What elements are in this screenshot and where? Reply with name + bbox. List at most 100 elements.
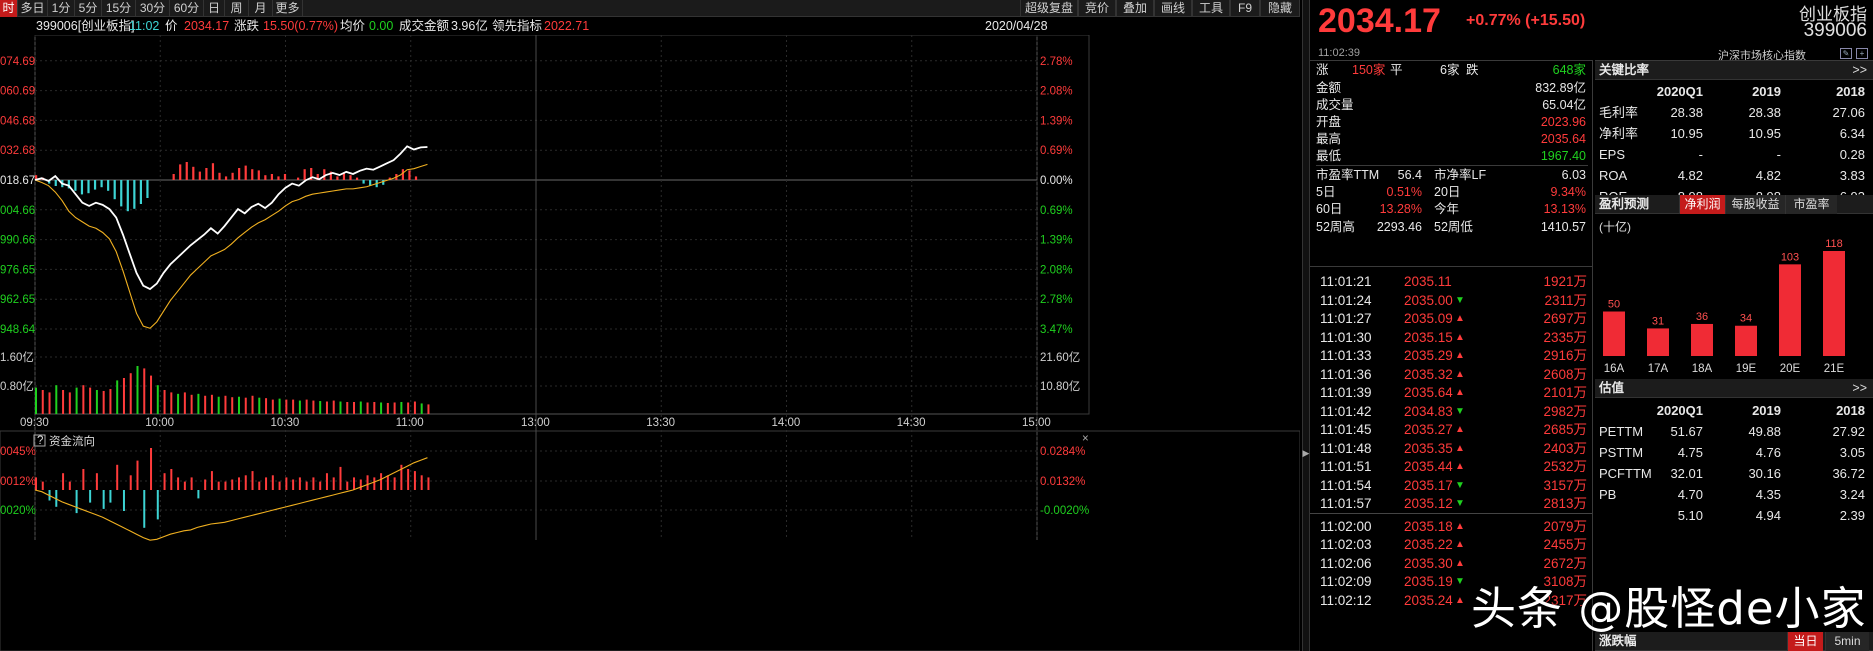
tool-button[interactable]: 工具: [1192, 0, 1230, 17]
flow-panel-header: ? 资金流向 × 0045% 0.0284% 0012% 0.0132% 0020% -0.00…: [0, 433, 1089, 517]
price-tick-label: 018.67: [0, 175, 35, 187]
valuation-cell: 4.70: [1677, 487, 1703, 502]
period-button[interactable]: 30分: [136, 0, 170, 17]
ratio-cell: -: [1698, 147, 1703, 162]
tool-button[interactable]: 竞价: [1078, 0, 1116, 17]
valuation-row: 5.10 4.94 2.39: [1595, 505, 1873, 526]
ratio-value: 0.51%: [1386, 184, 1422, 199]
ratio-row: 5日 0.51% 20日 9.34%: [1316, 183, 1588, 201]
price-axis-left: 088.70 074.69 060.69 046.68 032.68 018.67 004.…: [0, 35, 36, 336]
close-icon[interactable]: ×: [1082, 433, 1089, 445]
flow-help-icon[interactable]: ?: [37, 435, 43, 447]
forecast-bar-value: 31: [1652, 315, 1664, 327]
more-button[interactable]: >>: [1852, 61, 1867, 80]
ratio-data-row: ROA 4.82 4.82 3.83: [1595, 165, 1873, 186]
edit-icon[interactable]: ✎: [1840, 48, 1852, 59]
forecast-title: 盈利预测: [1599, 197, 1650, 211]
flow-bar: [359, 479, 362, 490]
volume-bar: [386, 402, 389, 414]
avg-price-line: [34, 163, 428, 329]
flow-bar: [82, 469, 85, 490]
tool-button[interactable]: 隐藏: [1260, 0, 1300, 17]
tool-button[interactable]: 叠加: [1116, 0, 1154, 17]
flow-bar: [129, 475, 132, 490]
tool-button[interactable]: F9: [1230, 0, 1260, 17]
forecast-tab[interactable]: 每股收益: [1725, 195, 1785, 214]
forecast-tab[interactable]: 净利润: [1679, 195, 1725, 214]
period-button[interactable]: 多日: [18, 0, 48, 17]
ratio-label: 20日: [1434, 184, 1461, 199]
key-ratio-header: 关键比率 >>: [1595, 61, 1873, 80]
leader-bar: [133, 180, 136, 209]
pct-tick-label: 0.00%: [1040, 175, 1073, 187]
flow-bar: [41, 481, 44, 490]
chart-frame: [0, 35, 1300, 651]
period-button[interactable]: 60分: [170, 0, 204, 17]
intraday-chart[interactable]: 088.70 074.69 060.69 046.68 032.68 018.67 004.…: [0, 35, 1300, 651]
ratio-name: ROA: [1599, 168, 1628, 183]
tool-button[interactable]: 画线: [1154, 0, 1192, 17]
leader-bar: [257, 170, 260, 180]
flow-tick-label-right: -0.0020%: [1040, 505, 1089, 517]
ratio-cell: 3.83: [1839, 168, 1865, 183]
volume-bar: [353, 402, 356, 414]
forecast-tab[interactable]: 市盈率: [1785, 195, 1837, 214]
ratio-cell: 27.06: [1832, 105, 1865, 120]
add-icon[interactable]: +: [1856, 48, 1868, 59]
valuation-cell: 32.01: [1670, 466, 1703, 481]
period-button[interactable]: 1分: [48, 0, 75, 17]
flow-bar: [251, 471, 254, 490]
leader-bar: [349, 175, 352, 180]
pct-tick-label: 3.47%: [1040, 35, 1073, 38]
valuation-cell: 4.94: [1755, 508, 1781, 523]
info-leader: 2022.71: [544, 19, 590, 33]
period-button[interactable]: 时: [0, 0, 18, 17]
leader-bar: [198, 171, 201, 180]
pct-axis-right: 3.47% 2.78% 2.08% 1.39% 0.69% 0.00% 0.69% 1.39%…: [1040, 35, 1073, 336]
period-button[interactable]: 周: [225, 0, 249, 17]
leader-bar: [238, 168, 241, 180]
tool-button[interactable]: 超级复盘: [1020, 0, 1078, 17]
volume-bar: [420, 403, 423, 414]
leader-bar: [87, 180, 90, 194]
watermark: 头条 @股怪de小家: [1471, 582, 1867, 635]
flow-bar: [197, 490, 200, 499]
period-button[interactable]: 更多: [273, 0, 303, 17]
ratio-value: 13.13%: [1543, 202, 1586, 216]
info-amount: 3.96亿: [451, 19, 488, 33]
more-button[interactable]: >>: [1852, 379, 1867, 398]
ratio-label: 52周低: [1434, 219, 1473, 234]
stat-label: 开盘: [1316, 115, 1342, 129]
period-button[interactable]: 5分: [75, 0, 102, 17]
flow-bar: [265, 477, 268, 490]
price-tick-label: 948.64: [0, 324, 36, 336]
flow-bars: [35, 448, 430, 528]
volume-bar: [170, 392, 173, 414]
ratio-label: 5日: [1316, 184, 1336, 199]
volume-bar: [339, 401, 342, 414]
index-code-name: 399006[创业板指]: [36, 19, 135, 33]
period-button[interactable]: 月: [249, 0, 273, 17]
valuation-name: PETTM: [1599, 424, 1644, 439]
flow-bar: [420, 475, 423, 490]
panel-divider[interactable]: [1302, 0, 1310, 651]
ratio-value: 9.34%: [1550, 184, 1586, 199]
flow-bar: [278, 481, 281, 490]
volume-bar: [305, 399, 308, 414]
breadth-row: 涨 150家平 6家跌 648家: [1316, 61, 1588, 79]
quote-stats: 涨 150家平 6家跌 648家 金额 832.89亿 成交量 65.04亿 开盘 2023.96…: [1310, 60, 1593, 266]
leader-bar: [179, 164, 182, 180]
volume-bar: [136, 366, 139, 414]
volume-bar: [129, 373, 132, 414]
period-button[interactable]: 日: [204, 0, 225, 17]
valuation-title: 估值: [1599, 381, 1625, 395]
amount-label: 成交金额: [399, 19, 450, 33]
forecast-bar: [1735, 325, 1757, 356]
collapse-arrow-icon[interactable]: ▶: [1302, 445, 1310, 461]
price-tick-label: 990.66: [0, 235, 35, 247]
flow-bar: [285, 477, 288, 490]
flow-bar: [325, 473, 328, 490]
period-button[interactable]: 15分: [102, 0, 136, 17]
flow-bar: [231, 479, 234, 490]
volume-bar: [271, 399, 274, 414]
